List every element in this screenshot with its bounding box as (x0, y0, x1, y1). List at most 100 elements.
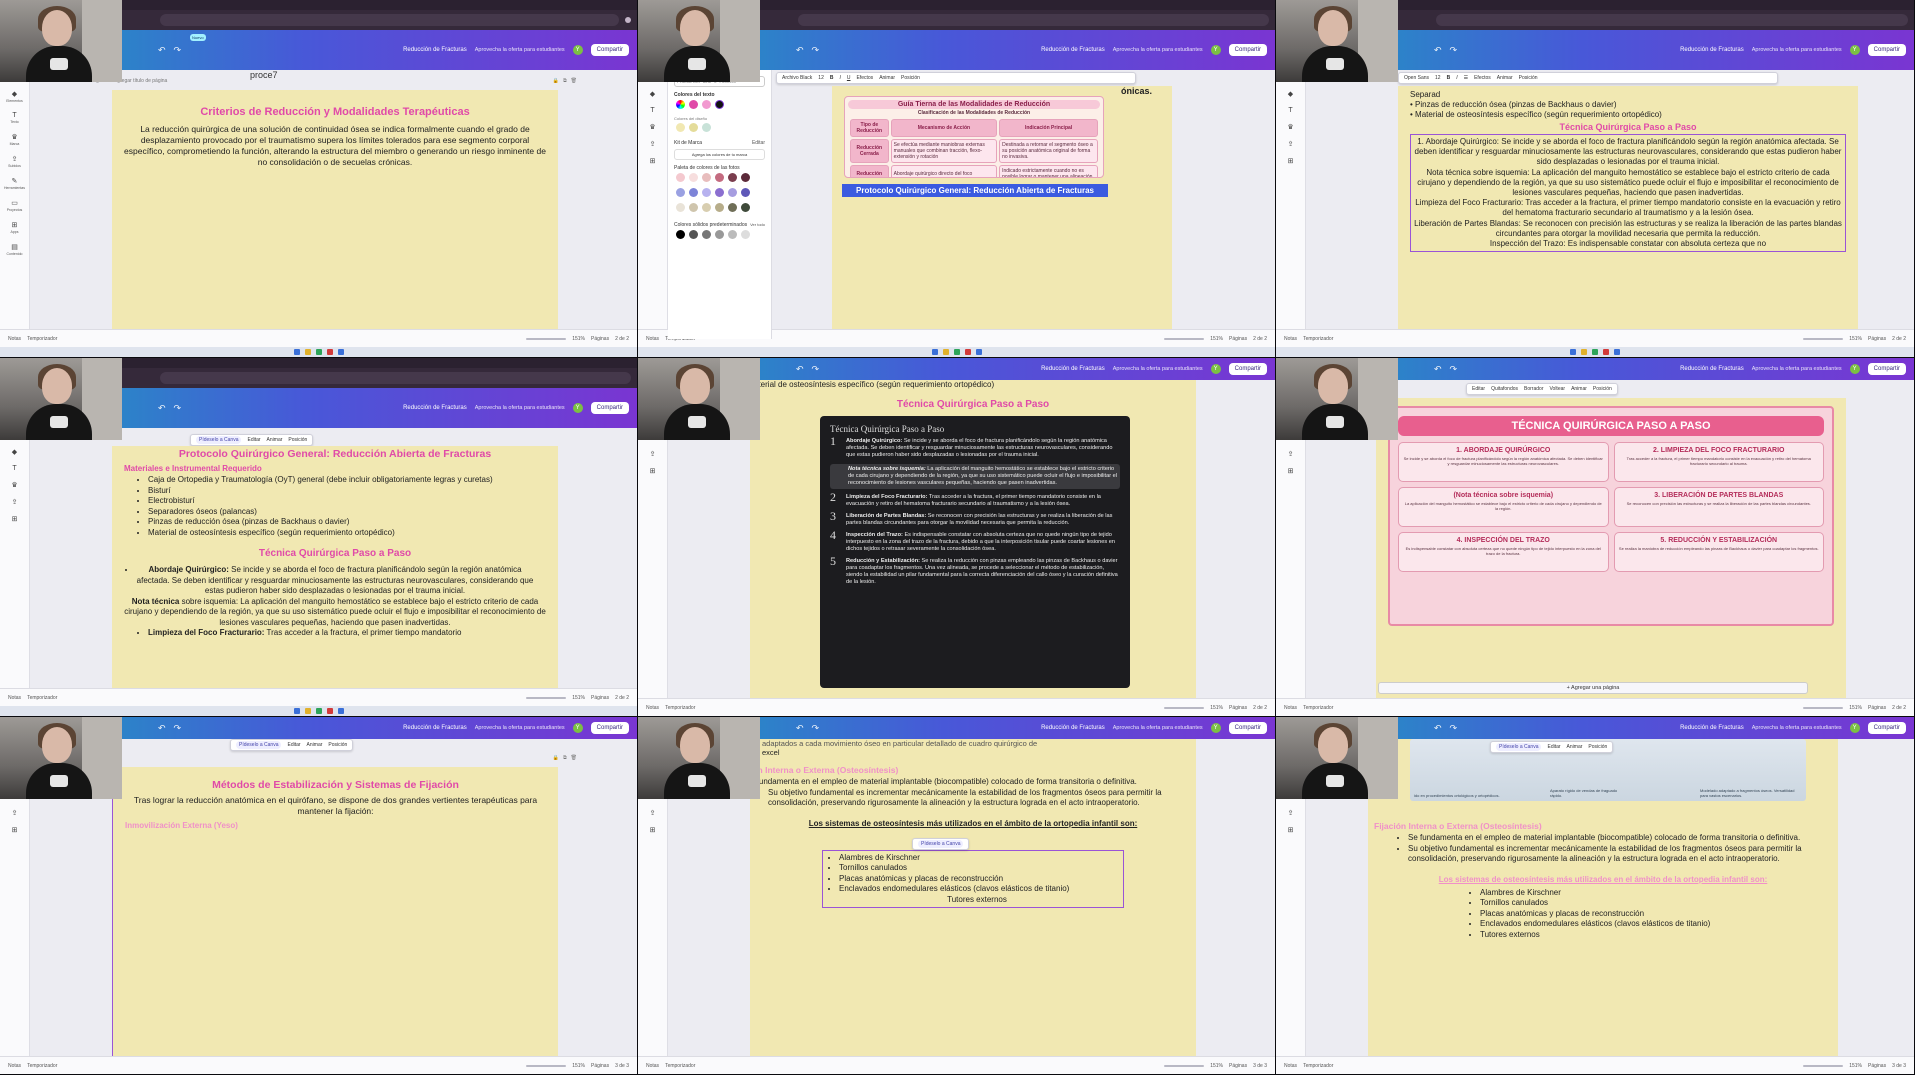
swatch[interactable] (702, 123, 711, 132)
promo-link[interactable]: Aprovecha la oferta para estudiantes (475, 725, 565, 731)
redo-icon[interactable]: ↷ (812, 45, 820, 56)
avatar[interactable]: Y (1849, 723, 1860, 733)
sidebar-item-uploads[interactable]: ⇪ (12, 809, 18, 817)
doc-title[interactable]: Reducción de Fracturas (1680, 725, 1744, 731)
delete-icon[interactable]: 🗑 (571, 78, 577, 84)
menu-dot[interactable] (625, 17, 631, 23)
undo-icon[interactable]: ↶ (796, 723, 804, 734)
zoom-slider[interactable] (526, 1064, 567, 1067)
redo-icon[interactable]: ↷ (1450, 364, 1458, 375)
selected-heading[interactable]: Protocolo Quirúrgico General: Reducción … (842, 184, 1108, 197)
pages-button[interactable]: Páginas (1868, 1063, 1886, 1069)
swatch[interactable] (689, 123, 698, 132)
zoom-slider[interactable] (1164, 1064, 1205, 1067)
share-button[interactable]: Compartir (1867, 363, 1906, 375)
magic-button[interactable]: Pídeselo a Canva (918, 839, 964, 848)
lock-icon[interactable]: 🔒 (553, 78, 559, 84)
timer-button[interactable]: Temporizador (27, 695, 57, 701)
sidebar-item-uploads[interactable]: ⇪ (650, 450, 656, 458)
timer-button[interactable]: Temporizador (27, 336, 57, 342)
add-page-button[interactable]: + Agregar una página (1378, 682, 1808, 694)
zoom-level[interactable]: 151% (1210, 705, 1223, 711)
fixation-p1[interactable]: e fundamenta en el empleo de material im… (750, 777, 1184, 788)
flip-button[interactable]: Voltear (1549, 386, 1565, 392)
zoom-level[interactable]: 151% (572, 336, 585, 342)
sidebar-item-apps[interactable]: ⊞ (1288, 467, 1294, 475)
technique-heading[interactable]: Técnica Quirúrgica Paso a Paso (762, 399, 1184, 410)
add-brand-colors-button[interactable]: Agrega los colores de tu marca (674, 149, 765, 160)
undo-icon[interactable]: ↶ (1434, 45, 1442, 56)
url-field[interactable] (1436, 14, 1908, 26)
animate-button[interactable]: Animar (1497, 75, 1513, 81)
share-button[interactable]: Compartir (1228, 363, 1267, 375)
sidebar-item-uploads[interactable]: ⇪ (1288, 809, 1294, 817)
copy-icon[interactable]: ⧉ (563, 755, 567, 761)
share-button[interactable]: Compartir (1228, 44, 1267, 56)
url-field[interactable] (160, 372, 631, 384)
sidebar-item-text[interactable]: T (650, 107, 654, 114)
zoom-level[interactable]: 151% (572, 1063, 585, 1069)
pink-steps-infographic[interactable]: TÉCNICA QUIRÚRGICA PASO A PASO 1. ABORDA… (1388, 406, 1834, 626)
sidebar-item-text[interactable]: T Texto (10, 112, 18, 124)
magic-button[interactable]: Pídeselo a Canva (196, 436, 242, 444)
redo-icon[interactable]: ↷ (812, 364, 820, 375)
swatch[interactable] (715, 100, 724, 109)
zoom-level[interactable]: 151% (1210, 1063, 1223, 1069)
redo-icon[interactable]: ↷ (1450, 45, 1458, 56)
sidebar-item-apps[interactable]: ⊞ (650, 467, 656, 475)
notes-button[interactable]: Notas (1284, 336, 1297, 342)
pages-button[interactable]: Páginas (591, 695, 609, 701)
notes-button[interactable]: Notas (8, 695, 21, 701)
italic-icon[interactable]: I (839, 75, 840, 81)
avatar[interactable]: Y (572, 45, 583, 55)
edit-button[interactable]: Editar (287, 742, 300, 748)
swatch[interactable] (689, 100, 698, 109)
edit-button[interactable]: Editar (247, 437, 260, 443)
bold-icon[interactable]: B (830, 75, 834, 81)
lock-icon[interactable]: 🔒 (553, 755, 559, 761)
position-button[interactable]: Posición (1593, 386, 1612, 392)
redo-icon[interactable]: ↷ (1450, 723, 1458, 734)
osteosynthesis-title[interactable]: Los sistemas de osteosíntesis más utiliz… (762, 819, 1184, 828)
methods-title[interactable]: Métodos de Estabilización y Sistemas de … (125, 779, 546, 791)
sidebar-item-tools[interactable]: ✎ Herramientas (4, 177, 25, 190)
sidebar-item-elements[interactable]: ◆ (650, 90, 655, 98)
timer-button[interactable]: Temporizador (665, 705, 695, 711)
sidebar-item-uploads[interactable]: ⇪ Subidos (8, 155, 21, 168)
sidebar-item-brand[interactable]: ♛ (11, 481, 17, 489)
avatar[interactable]: Y (1849, 364, 1860, 374)
undo-icon[interactable]: ↶ (1434, 364, 1442, 375)
effects-button[interactable]: Efectos (1474, 75, 1491, 81)
osteosynthesis-title[interactable]: Los sistemas de osteosíntesis más utiliz… (1380, 875, 1826, 884)
share-button[interactable]: Compartir (1867, 44, 1906, 56)
notes-button[interactable]: Notas (8, 1063, 21, 1069)
see-all-link[interactable]: Ver todo (750, 222, 765, 228)
sidebar-item-apps[interactable]: ⊞ (12, 515, 18, 523)
undo-icon[interactable]: ↶ (1434, 723, 1442, 734)
animate-button[interactable]: Animar (307, 742, 323, 748)
position-button[interactable]: Posición (1519, 75, 1538, 81)
sidebar-item-apps[interactable]: ⊞ Apps (11, 221, 19, 234)
url-field[interactable] (160, 14, 619, 26)
pages-button[interactable]: Páginas (1229, 705, 1247, 711)
notes-button[interactable]: Notas (1284, 705, 1297, 711)
sidebar-item-apps[interactable]: ⊞ (650, 826, 656, 834)
promo-link[interactable]: Aprovecha la oferta para estudiantes (1752, 366, 1842, 372)
rainbow-swatch[interactable] (676, 100, 685, 109)
timer-button[interactable]: Temporizador (1303, 1063, 1333, 1069)
undo-icon[interactable]: ↶ (158, 403, 166, 414)
share-button[interactable]: Compartir (590, 722, 629, 734)
sidebar-item-projects[interactable]: ▭ Proyectos (7, 199, 23, 212)
app-icon[interactable] (326, 349, 333, 355)
external-immobilization-heading[interactable]: Inmovilización Externa (Yeso) (125, 821, 546, 830)
magic-button[interactable]: Pídeselo a Canva (236, 741, 282, 749)
sidebar-item-text[interactable]: T (1288, 107, 1292, 114)
sidebar-item-uploads[interactable]: ⇪ (650, 809, 656, 817)
share-button[interactable]: Compartir (1228, 722, 1267, 734)
share-button[interactable]: Compartir (590, 44, 629, 56)
undo-icon[interactable]: ↶ (158, 45, 166, 56)
underline-icon[interactable]: U (847, 75, 851, 81)
pages-button[interactable]: Páginas (1868, 705, 1886, 711)
promo-link[interactable]: Aprovecha la oferta para estudiantes (1113, 47, 1203, 53)
sidebar-item-uploads[interactable]: ⇪ (650, 140, 656, 148)
